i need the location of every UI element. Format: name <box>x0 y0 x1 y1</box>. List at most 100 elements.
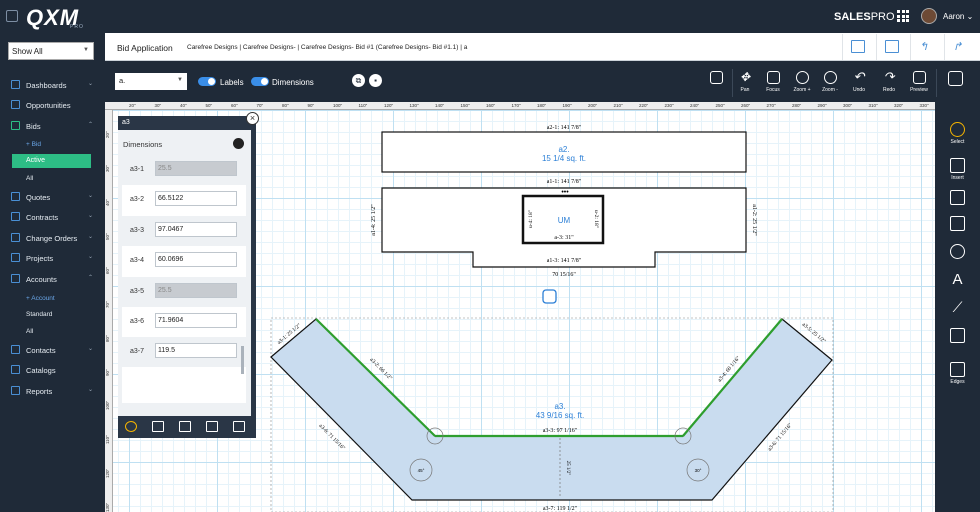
lock-icon[interactable] <box>233 138 244 149</box>
tool-label: Zoom - <box>822 87 838 93</box>
sidebar-sub-standard[interactable]: Standard <box>26 311 52 318</box>
tool-label: Undo <box>853 87 865 93</box>
dimension-label: a3-6 <box>130 318 145 325</box>
avatar[interactable] <box>921 8 937 24</box>
sidebar-item-label: Change Orders <box>26 234 78 243</box>
zoom-out-button[interactable]: Zoom - <box>816 71 844 101</box>
tools-icon[interactable] <box>179 421 191 432</box>
labels-toggle[interactable] <box>198 77 216 86</box>
breadcrumb[interactable]: Carefree Designs | Carefree Designs- | C… <box>187 44 467 51</box>
quotes-icon <box>11 192 20 201</box>
reports-icon <box>11 386 20 395</box>
chevron-down-icon: ⌄ <box>88 254 94 260</box>
angle-right: 30° <box>695 468 702 473</box>
filter-select[interactable]: Show All ▼ <box>8 42 94 60</box>
external-link-icon <box>947 71 963 86</box>
dimension-input[interactable]: 66.5122 <box>155 191 237 206</box>
undo-button[interactable]: ↶ Undo <box>845 70 873 101</box>
dashboard-icon <box>11 80 20 89</box>
redo-icon: ↷ <box>883 69 895 84</box>
back-arrow-icon: ↰ <box>919 41 929 53</box>
sidebar-sub-all-bids[interactable]: All <box>26 175 33 182</box>
shape-a3-name: a3. <box>554 402 565 411</box>
apps-grid-icon[interactable] <box>897 10 909 22</box>
close-button[interactable]: × <box>246 112 259 125</box>
sidebar-sub-add-account[interactable]: + Account <box>26 295 55 302</box>
sidebar-item-label: Catalogs <box>26 366 56 375</box>
back-button[interactable]: ↰ <box>910 34 940 60</box>
pan-button[interactable]: ✥ Pan <box>731 71 759 101</box>
delete-button[interactable]: ▪ <box>369 74 382 87</box>
dimension-label: a3-7 <box>130 348 145 355</box>
rotate-handle[interactable] <box>542 289 557 304</box>
dim-a1-2: a1-2: 25 1/2" <box>751 204 757 236</box>
chevron-up-icon: ⌃ <box>88 122 94 128</box>
layout-icon <box>851 40 865 53</box>
sidebar-item-contacts[interactable]: Contacts ⌄ <box>0 342 105 358</box>
dimension-label: a3-2 <box>130 196 145 203</box>
sidebar-item-change-orders[interactable]: Change Orders ⌄ <box>0 230 105 246</box>
brand-salespro: SALESPRO <box>834 11 895 23</box>
contracts-icon <box>11 212 20 221</box>
select-tool[interactable]: Select <box>935 118 980 154</box>
copy-icon: ⧉ <box>355 76 362 85</box>
add-layout-button[interactable] <box>876 34 906 60</box>
sidebar-sub-add-bid[interactable]: + Bid <box>26 141 41 148</box>
top-bar: QXM PRO SALESPRO Aaron ⌄ <box>0 0 980 33</box>
forward-button[interactable]: ↱ <box>944 34 974 60</box>
dimension-label: a3-1 <box>130 166 145 173</box>
draw-icon <box>950 190 965 205</box>
tool-label: Preview <box>910 87 928 93</box>
sidebar-item-dashboards[interactable]: Dashboards ⌄ <box>0 77 105 93</box>
dim-a3-center: 25 1/2" <box>565 461 570 476</box>
dimension-row: a3-6 71.9604 <box>122 307 246 337</box>
dimension-row: a3-2 66.5122 <box>122 185 246 215</box>
sidebar-sub-active[interactable]: Active <box>12 154 91 168</box>
sidebar-item-label: Dashboards <box>26 81 67 90</box>
popout-button[interactable] <box>941 71 969 101</box>
edges-tool[interactable]: Edges <box>935 358 980 394</box>
sidebar-item-bids[interactable]: Bids ⌃ <box>0 118 105 134</box>
user-menu[interactable]: Aaron ⌄ <box>943 12 973 21</box>
redo-button[interactable]: ↷ Redo <box>875 69 903 101</box>
angle-left: 45° <box>418 468 425 473</box>
target-icon[interactable] <box>125 421 137 432</box>
split-tool[interactable] <box>935 324 980 360</box>
dimension-list[interactable]: a3-1 25.5 a3-2 66.5122 a3-3 97.0467 a3-4 60.… <box>122 155 246 403</box>
sidebar-item-reports[interactable]: Reports ⌄ <box>0 383 105 399</box>
chevron-down-icon: ⌄ <box>88 193 94 199</box>
sidebar-item-quotes[interactable]: Quotes ⌄ <box>0 189 105 205</box>
dim-a3-3: a3-3: 97 1/16" <box>543 428 578 434</box>
panel-scrollbar[interactable] <box>241 346 244 374</box>
menu-icon[interactable] <box>6 10 18 22</box>
shape-a3[interactable] <box>270 318 833 501</box>
tool-label: Insert <box>951 175 964 181</box>
preview-button[interactable]: Preview <box>905 71 933 101</box>
export-button[interactable] <box>702 71 730 101</box>
dimension-input[interactable]: 119.5 <box>155 343 237 358</box>
copy-button[interactable]: ⧉ <box>352 74 365 87</box>
insert-tool[interactable]: Insert <box>935 154 980 190</box>
edges-icon <box>950 362 965 377</box>
page-header: Bid Application Carefree Designs | Caref… <box>105 33 980 61</box>
window-icon[interactable] <box>152 421 164 432</box>
shape-selector[interactable]: a. ▼ <box>115 73 187 90</box>
dimension-row: a3-4 60.0696 <box>122 246 246 276</box>
dim-um-bottom: a-3: 31" <box>554 235 574 241</box>
zoom-in-button[interactable]: Zoom + <box>788 71 816 101</box>
comment-icon[interactable] <box>233 421 245 432</box>
sidebar-item-projects[interactable]: Projects ⌄ <box>0 250 105 266</box>
dimensions-toggle[interactable] <box>251 77 269 86</box>
sidebar-item-opportunities[interactable]: Opportunities <box>0 97 105 113</box>
dimension-input[interactable]: 60.0696 <box>155 252 237 267</box>
focus-button[interactable]: Focus <box>759 71 787 101</box>
dimension-input[interactable]: 71.9604 <box>155 313 237 328</box>
tag-icon[interactable] <box>206 421 218 432</box>
dimension-input: 25.5 <box>155 283 237 298</box>
sidebar-item-contracts[interactable]: Contracts ⌄ <box>0 209 105 225</box>
layout-button[interactable] <box>842 34 872 60</box>
sidebar-sub-all-accounts[interactable]: All <box>26 328 33 335</box>
dimension-input[interactable]: 97.0467 <box>155 222 237 237</box>
sidebar-item-catalogs[interactable]: Catalogs <box>0 362 105 378</box>
sidebar-item-accounts[interactable]: Accounts ⌃ <box>0 271 105 287</box>
